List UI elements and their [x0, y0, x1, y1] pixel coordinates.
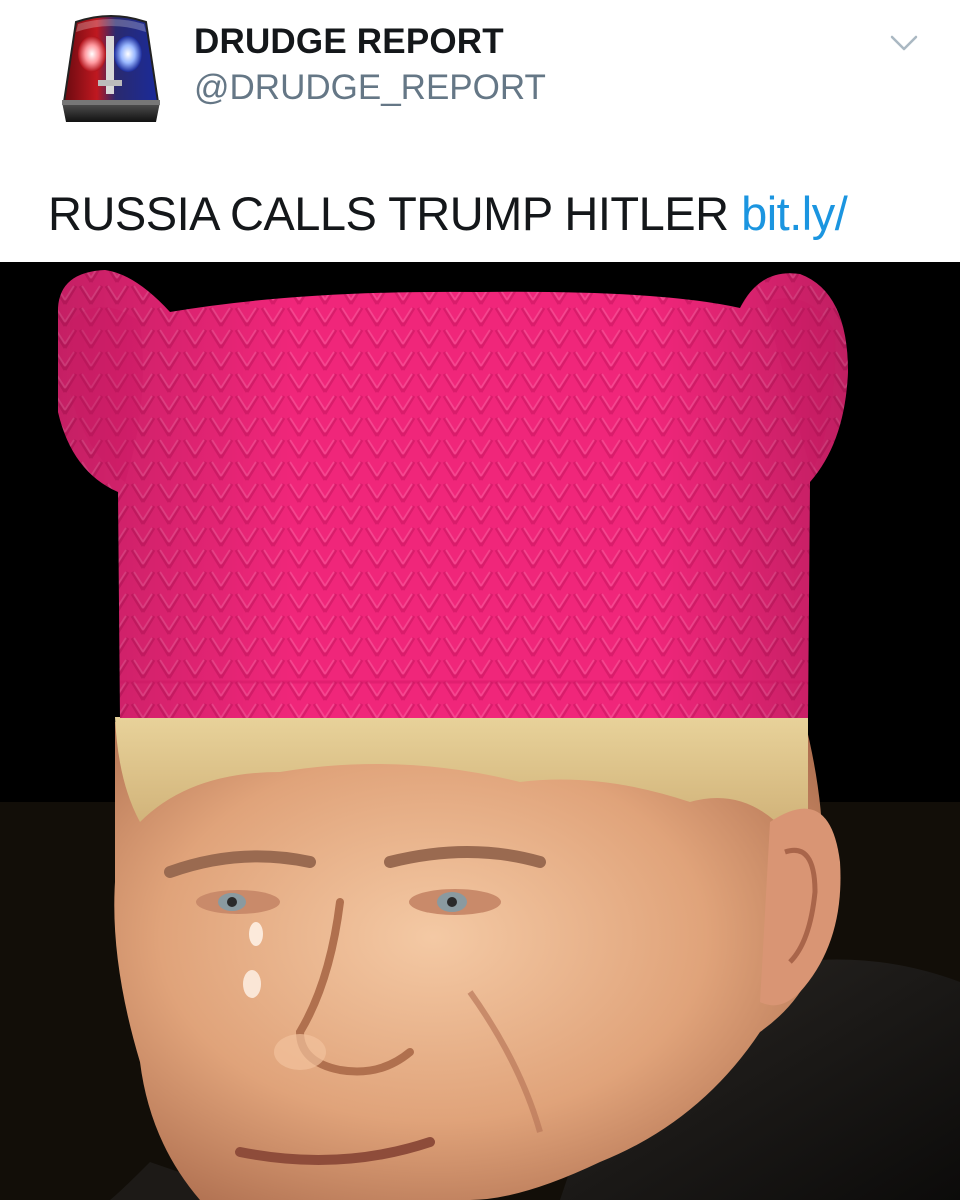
account-handle[interactable]: @DRUDGE_REPORT — [194, 68, 546, 108]
tweet-text: RUSSIA CALLS TRUMP HITLER bit.ly/ — [48, 186, 848, 241]
tweet-body-text: RUSSIA CALLS TRUMP HITLER — [48, 187, 729, 240]
tweet-media-image[interactable] — [0, 262, 960, 1200]
account-display-name[interactable]: DRUDGE REPORT — [194, 22, 504, 62]
tweet-link[interactable]: bit.ly/ — [741, 187, 848, 240]
tweet-header: DRUDGE REPORT @DRUDGE_REPORT — [0, 0, 960, 150]
chevron-down-icon[interactable] — [886, 30, 922, 56]
siren-icon[interactable] — [58, 10, 164, 124]
